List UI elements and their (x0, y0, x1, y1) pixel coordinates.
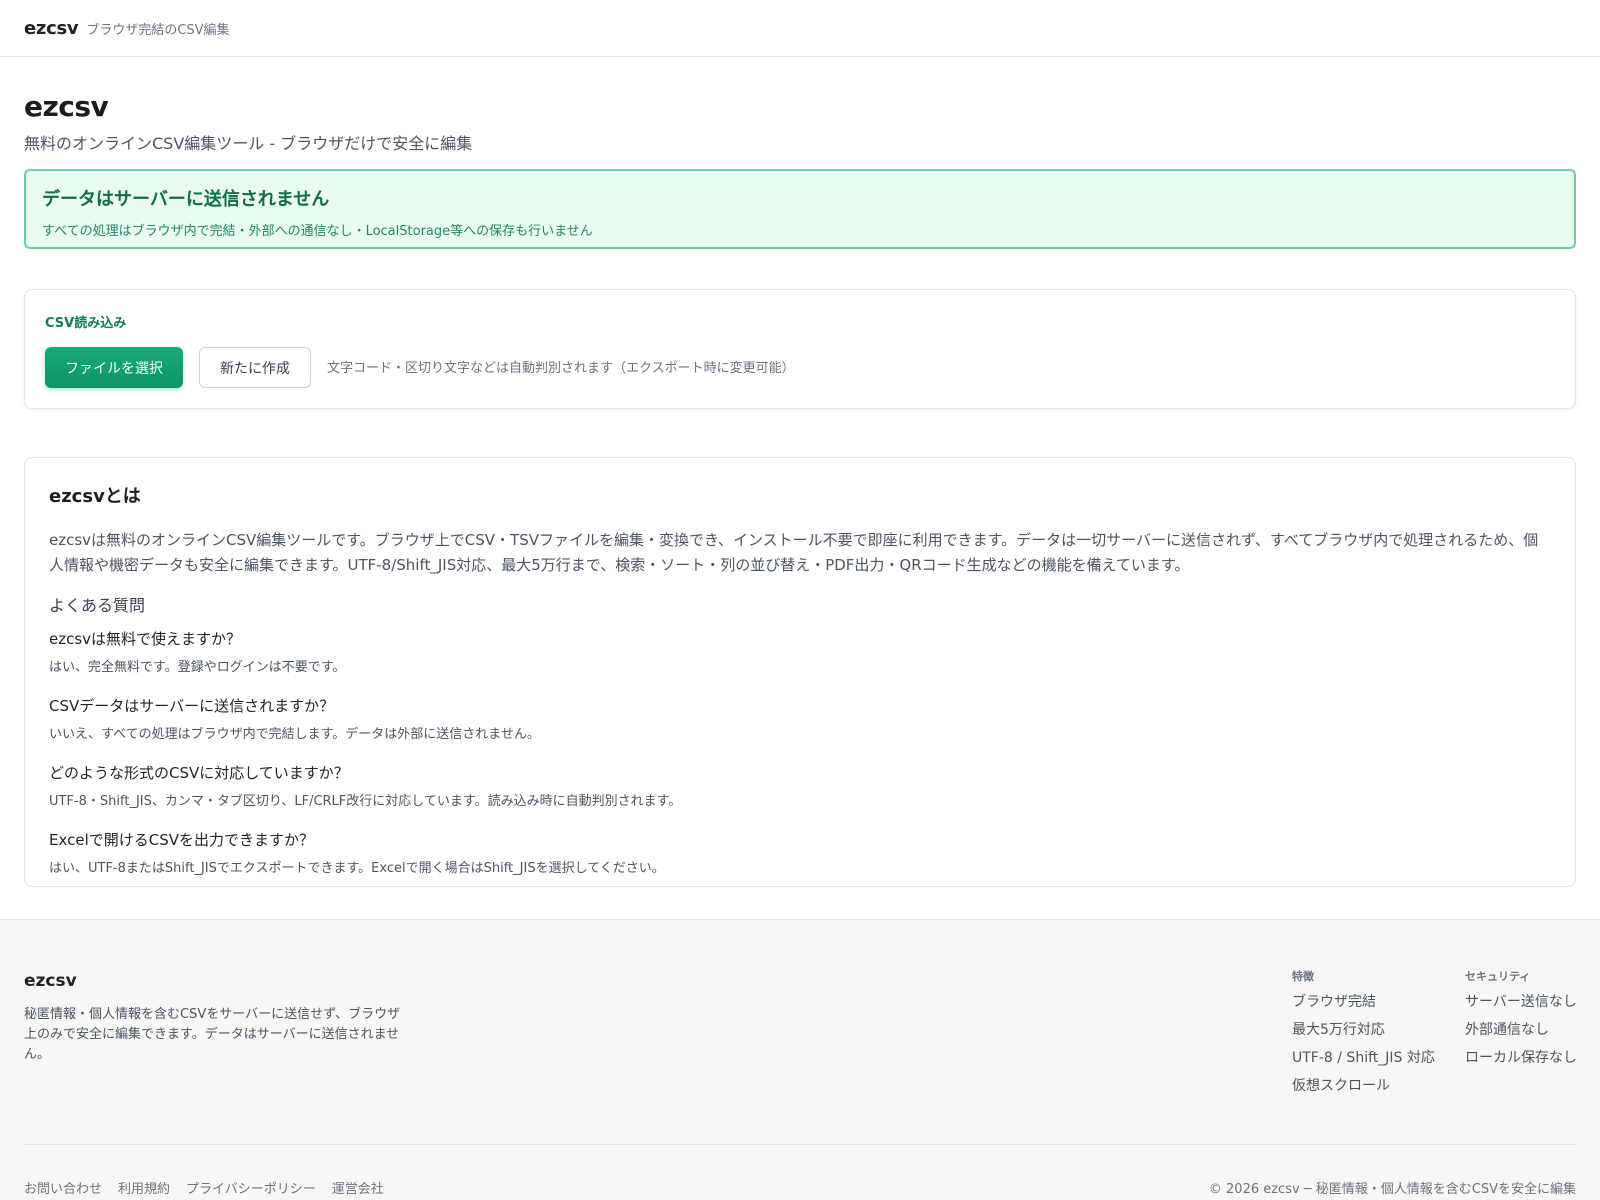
csv-import-card: CSV読み込み ファイルを選択 新たに作成 文字コード・区切り文字などは自動判別… (24, 289, 1576, 409)
footer-feature-item: 最大5万行対応 (1292, 1022, 1385, 1038)
header-brand-link[interactable]: ezcsv (24, 18, 79, 39)
privacy-notice-description: すべての処理はブラウザ内で完結・外部への通信なし・LocalStorage等への… (42, 224, 593, 239)
contact-link[interactable]: お問い合わせ (24, 1178, 102, 1197)
terms-link[interactable]: 利用規約 (118, 1178, 170, 1197)
page-title: ezcsv (24, 90, 109, 123)
privacy-notice-title: データはサーバーに送信されません (42, 189, 330, 210)
csv-import-label: CSV読み込み (45, 316, 127, 331)
footer-feature-item: ブラウザ完結 (1292, 994, 1376, 1010)
top-header: ezcsv ブラウザ完結のCSV編集 (0, 0, 1600, 57)
faq-item: CSVデータはサーバーに送信されますか？ いいえ、すべての処理はブラウザ内で完結… (49, 695, 1551, 742)
footer-description: 秘匿情報・個人情報を含むCSVをサーバーに送信せず、ブラウザ上のみで安全に編集で… (24, 1007, 401, 1062)
footer-security-heading: セキュリティ (1465, 970, 1531, 983)
faq-answer: UTF-8・Shift_JIS、カンマ・タブ区切り、LF/CRLF改行に対応して… (49, 794, 682, 809)
select-file-button[interactable]: ファイルを選択 (45, 347, 183, 388)
footer: ezcsv 秘匿情報・個人情報を含むCSVをサーバーに送信せず、ブラウザ上のみで… (0, 919, 1600, 1200)
footer-security-item: ローカル保存なし (1465, 1050, 1577, 1066)
company-link[interactable]: 運営会社 (332, 1178, 384, 1197)
faq-heading: よくある質問 (49, 596, 146, 615)
footer-security-item: サーバー送信なし (1465, 994, 1577, 1010)
footer-features-column: 特徴 ブラウザ完結 最大5万行対応 UTF-8 / Shift_JIS 対応 仮… (1292, 968, 1435, 1095)
footer-feature-item: UTF-8 / Shift_JIS 対応 (1292, 1050, 1435, 1066)
footer-features-heading: 特徴 (1292, 970, 1314, 983)
faq-item: Excelで開けるCSVを出力できますか？ はい、UTF-8またはShift_J… (49, 829, 1551, 876)
about-section: ezcsvとは ezcsvは無料のオンラインCSV編集ツールです。ブラウザ上でC… (24, 457, 1576, 887)
footer-feature-item: 仮想スクロール (1292, 1078, 1390, 1094)
faq-question: Excelで開けるCSVを出力できますか？ (49, 831, 314, 849)
create-new-button[interactable]: 新たに作成 (199, 347, 311, 388)
page-subtitle: 無料のオンラインCSV編集ツール - ブラウザだけで安全に編集 (24, 134, 473, 153)
faq-answer: はい、UTF-8またはShift_JISでエクスポートできます。Excelで開く… (49, 861, 665, 876)
privacy-notice: データはサーバーに送信されません すべての処理はブラウザ内で完結・外部への通信な… (24, 169, 1576, 249)
copyright: © 2026 ezcsv ─ 秘匿情報・個人情報を含むCSVを安全に編集 (1208, 1182, 1576, 1197)
footer-security-item: 外部通信なし (1465, 1022, 1549, 1038)
faq-answer: いいえ、すべての処理はブラウザ内で完結します。データは外部に送信されません。 (49, 727, 540, 742)
footer-links: お問い合わせ 利用規約 プライバシーポリシー 運営会社 (24, 1178, 384, 1197)
header-tagline: ブラウザ完結のCSV編集 (86, 22, 230, 38)
faq-item: どのような形式のCSVに対応していますか？ UTF-8・Shift_JIS、カン… (49, 762, 1551, 809)
about-description: ezcsvは無料のオンラインCSV編集ツールです。ブラウザ上でCSV・TSVファ… (49, 531, 1539, 574)
footer-security-column: セキュリティ サーバー送信なし 外部通信なし ローカル保存なし (1465, 968, 1577, 1067)
import-hint: 文字コード・区切り文字などは自動判別されます（エクスポート時に変更可能） (327, 361, 795, 376)
privacy-policy-link[interactable]: プライバシーポリシー (186, 1178, 316, 1197)
faq-item: ezcsvは無料で使えますか？ はい、完全無料です。登録やログインは不要です。 (49, 628, 1551, 675)
faq-answer: はい、完全無料です。登録やログインは不要です。 (49, 660, 346, 675)
about-title: ezcsvとは (49, 486, 141, 507)
footer-brand: ezcsv (24, 971, 77, 991)
faq-question: CSVデータはサーバーに送信されますか？ (49, 697, 335, 715)
faq-question: どのような形式のCSVに対応していますか？ (49, 764, 349, 782)
footer-divider (24, 1144, 1576, 1145)
faq-question: ezcsvは無料で使えますか？ (49, 630, 242, 648)
